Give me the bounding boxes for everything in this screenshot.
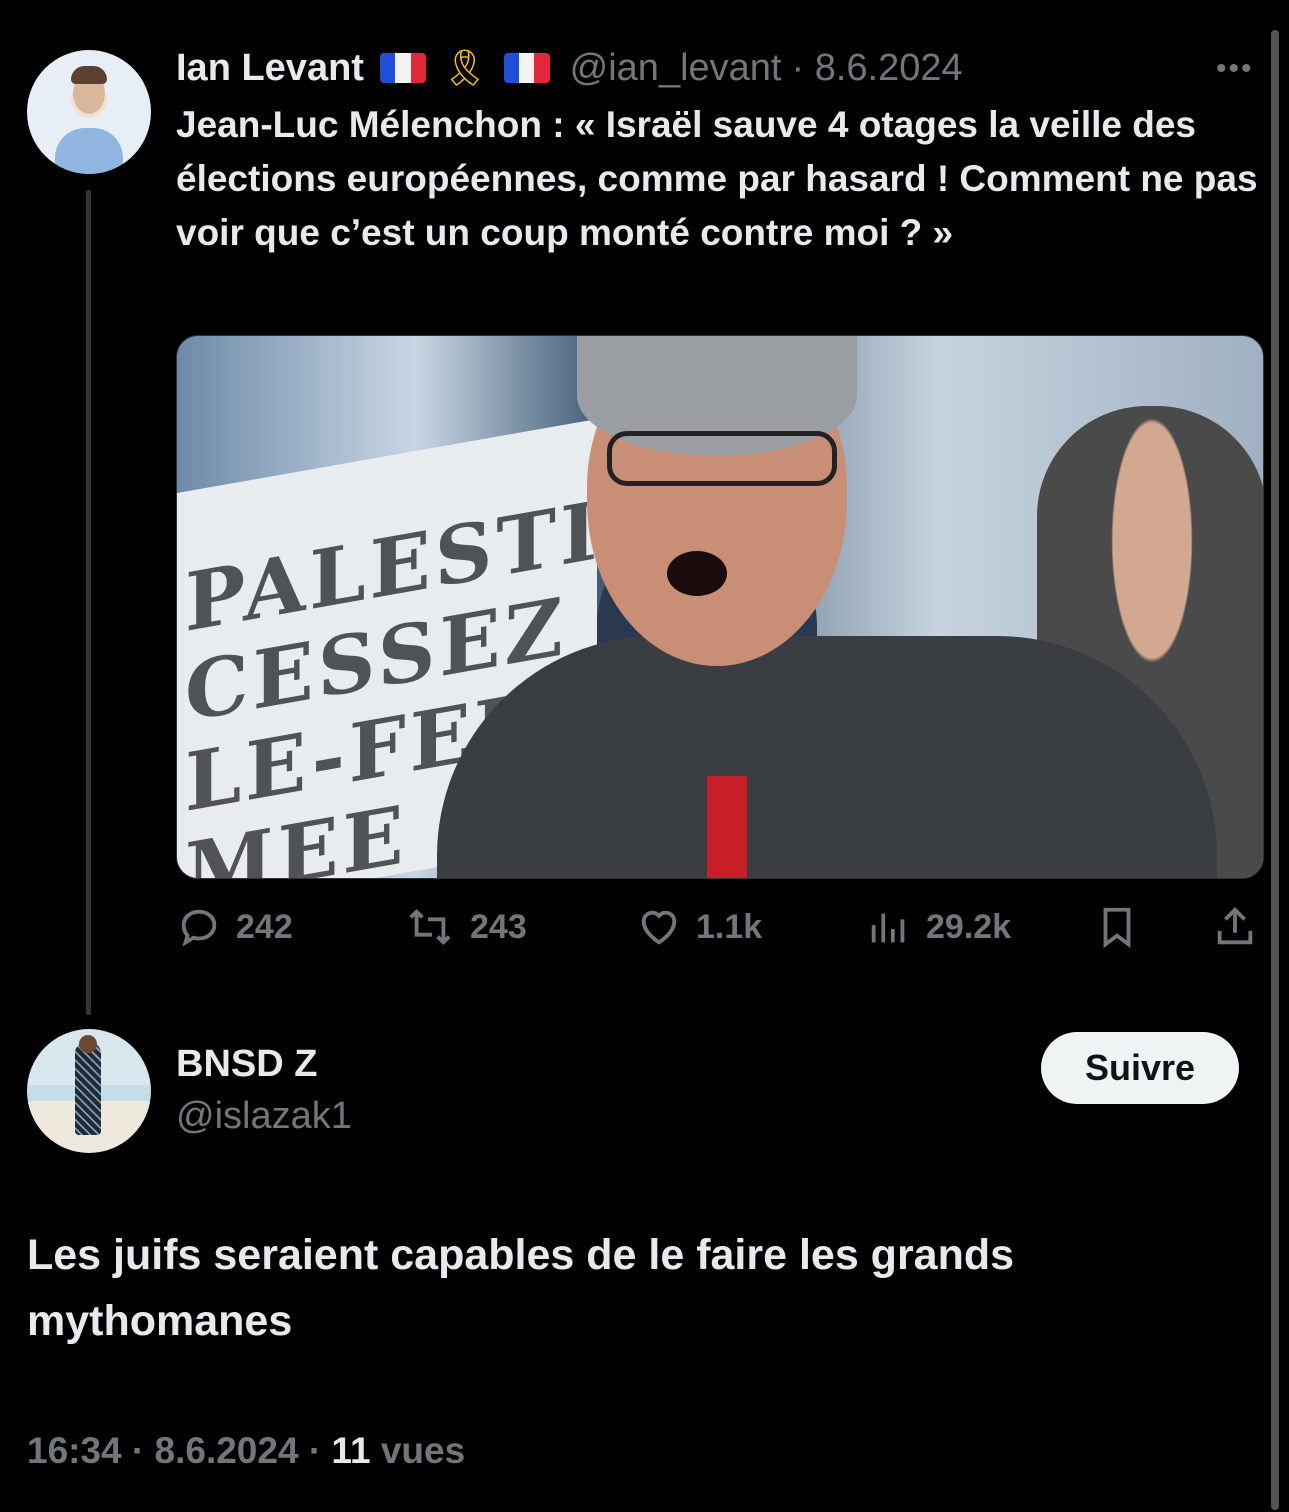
reply-meta: 16:34 · 8.6.2024 · 11 vues [27,1430,465,1472]
share-button[interactable] [1212,900,1272,954]
reply-count: 242 [236,907,293,946]
more-options-icon[interactable]: ••• [1216,52,1254,86]
reply-timestamp[interactable]: 16:34 · 8.6.2024 · [27,1430,331,1471]
flag-france-icon [379,53,426,83]
bookmark-button[interactable] [1094,900,1154,954]
follow-button[interactable]: Suivre [1041,1032,1239,1104]
speaker-body [437,636,1217,878]
tweet-media-image[interactable]: PALESTINE CESSEZ LE-FEU MEE [176,335,1264,879]
speaker-mouth [667,551,727,596]
reply-views-count: 11 [331,1430,371,1471]
reply-icon [181,909,217,947]
speaker-tie [707,776,747,878]
reply-author-name[interactable]: BNSD Z [176,1043,317,1086]
reply-author-handle[interactable]: @islazak1 [176,1095,352,1138]
flag-france-icon [503,53,550,83]
heart-icon [641,910,677,945]
reply-views-label: vues [370,1430,466,1471]
reply-text: Les juifs seraient capables de le faire … [27,1231,1015,1345]
retweet-count: 243 [470,907,527,946]
views-button[interactable]: 29.2k [866,900,1011,954]
thread-connector-line [86,190,91,1015]
like-count: 1.1k [696,907,763,946]
avatar[interactable] [27,50,151,174]
retweet-button[interactable]: 243 [404,900,527,954]
tweet-text: Jean-Luc Mélenchon : « Israël sauve 4 ot… [176,104,1258,253]
scrollbar[interactable] [1271,30,1279,1510]
share-icon [1217,907,1253,945]
retweet-icon [409,908,451,946]
like-button[interactable]: 1.1k [636,900,762,954]
author-handle[interactable]: @ian_levant [570,47,782,90]
author-name[interactable]: Ian Levant [176,47,364,90]
tweet-date[interactable]: · 8.6.2024 [791,47,962,90]
views-count: 29.2k [926,907,1012,946]
reply-button[interactable]: 242 [176,900,293,954]
bookmark-icon [1103,907,1131,949]
views-chart-icon [871,913,905,943]
tweet-actions: 242 243 1.1k 29.2k [176,900,1262,954]
tweet-header: Ian Levant 🎗 @ian_levant · 8.6.2024 [176,44,963,92]
yellow-ribbon-icon: 🎗 [441,47,488,88]
avatar[interactable] [27,1029,151,1153]
speaker-glasses [607,431,837,486]
